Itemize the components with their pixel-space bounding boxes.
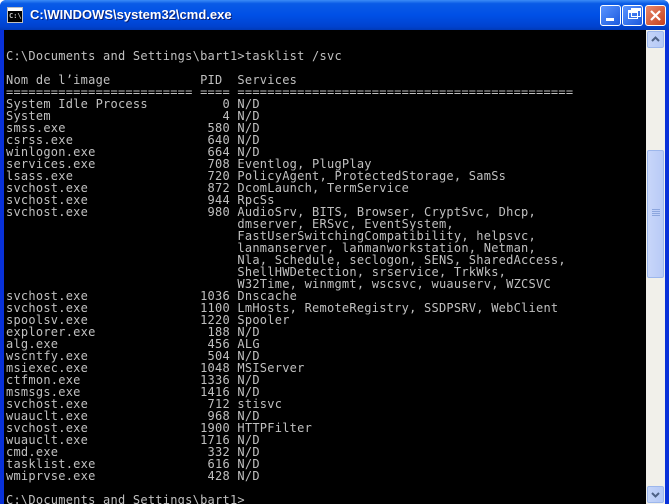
cmd-app-icon-bar bbox=[8, 8, 22, 11]
maximize-icon bbox=[628, 10, 638, 19]
console-line: wmiprvse.exe 428 N/D bbox=[6, 469, 260, 483]
console-output[interactable]: C:\Documents and Settings\bart1>tasklist… bbox=[4, 30, 646, 504]
close-icon bbox=[650, 10, 661, 21]
window-title: C:\WINDOWS\system32\cmd.exe bbox=[30, 7, 232, 22]
cmd-app-icon[interactable]: C:\ bbox=[7, 7, 23, 23]
scroll-grip-icon bbox=[652, 209, 660, 217]
console-text: C:\Documents and Settings\bart1>tasklist… bbox=[6, 38, 573, 504]
scroll-thumb[interactable] bbox=[647, 150, 664, 278]
scroll-down-button[interactable] bbox=[647, 486, 664, 503]
window-frame-right bbox=[665, 30, 669, 504]
close-button[interactable] bbox=[645, 5, 666, 26]
minimize-icon bbox=[606, 18, 614, 21]
maximize-button[interactable] bbox=[622, 5, 643, 26]
arrow-down-icon bbox=[651, 492, 660, 498]
vertical-scrollbar[interactable] bbox=[646, 30, 665, 504]
title-bar[interactable]: C:\ C:\WINDOWS\system32\cmd.exe bbox=[0, 0, 669, 30]
minimize-button[interactable] bbox=[600, 5, 621, 26]
cmd-window: C:\ C:\WINDOWS\system32\cmd.exe C:\Docum… bbox=[0, 0, 669, 504]
console-line: C:\Documents and Settings\bart1> bbox=[6, 493, 245, 504]
cmd-app-icon-label: C:\ bbox=[9, 12, 22, 20]
scroll-up-button[interactable] bbox=[647, 31, 664, 48]
arrow-up-icon bbox=[651, 36, 660, 42]
console-line: C:\Documents and Settings\bart1>tasklist… bbox=[6, 49, 342, 63]
